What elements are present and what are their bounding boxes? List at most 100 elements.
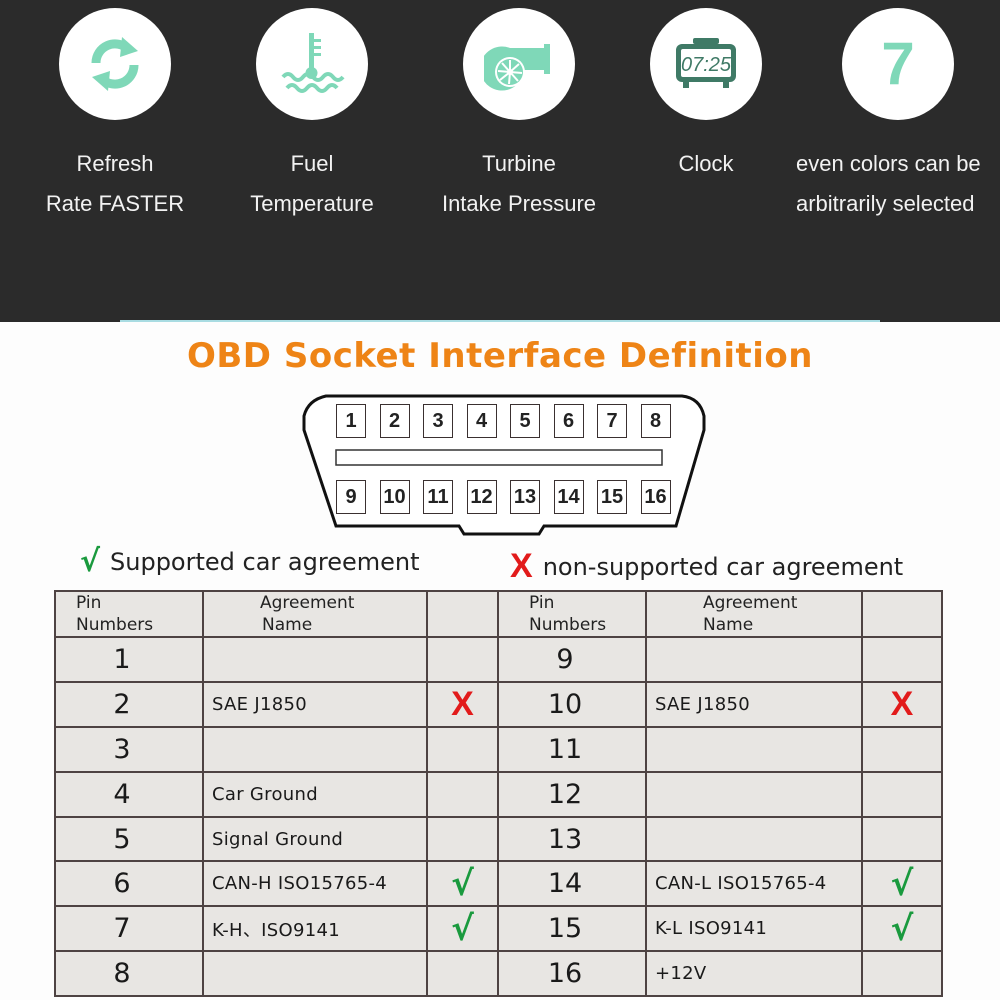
header-text: Name	[703, 615, 754, 635]
table-row: 7 K-H、ISO9141 √ 15 K-L ISO9141 √	[54, 905, 943, 953]
header-text: Name	[262, 615, 313, 635]
feature-label: Fuel Temperature	[202, 144, 422, 224]
clock-display: 07:25	[681, 54, 732, 76]
header-agreement-name: Agreement Name	[645, 590, 863, 638]
pin-number-cell: 9	[497, 636, 647, 683]
feature-icon-circle: 7	[842, 8, 954, 120]
connector-pin: 5	[510, 404, 540, 438]
header-status	[861, 590, 943, 638]
table-header-row: Pin Numbers Agreement Name Pin Numbers A…	[54, 590, 943, 638]
feature-label-line2: Intake Pressure	[441, 191, 597, 216]
feature-label-line2: arbitrarily selected	[796, 191, 975, 216]
status-cell	[426, 725, 499, 773]
pin-number-cell: 4	[54, 770, 204, 818]
fuel-temperature-icon	[281, 33, 345, 93]
table-row: 19	[54, 636, 943, 683]
feature-icon-circle	[256, 8, 368, 120]
connector-pin: 6	[553, 404, 584, 438]
pin-number-cell: 11	[497, 725, 647, 773]
header-text: Agreement	[260, 593, 355, 613]
agreement-name-cell	[202, 725, 428, 773]
header-text: Agreement	[703, 593, 798, 613]
agreement-name-cell	[202, 950, 428, 998]
connector-pin: 1	[336, 404, 366, 438]
status-cell	[426, 815, 499, 863]
pin-number-cell: 1	[54, 636, 204, 683]
supported-check-icon: √	[861, 905, 943, 953]
agreement-name-cell: Car Ground	[202, 770, 428, 818]
header-status	[426, 590, 499, 638]
agreement-name-cell	[645, 725, 863, 773]
connector-pin: 11	[423, 480, 453, 514]
legend-unsupported-label: non-supported car agreement	[542, 552, 904, 581]
unsupported-cross-icon: X	[426, 680, 499, 728]
clock-icon: 07:25	[676, 38, 736, 88]
pin-number-cell: 7	[54, 905, 204, 953]
supported-check-icon: √	[426, 860, 499, 908]
pin-number-cell: 15	[497, 905, 647, 953]
status-cell	[861, 770, 943, 818]
pin-number-cell: 16	[497, 950, 647, 998]
connector-pin: 7	[597, 404, 627, 438]
page-title: OBD Socket Interface Definition	[186, 336, 813, 376]
feature-fuel-temperature: Fuel Temperature	[202, 8, 422, 224]
unsupported-cross-icon: X	[861, 680, 943, 728]
feature-label-line1: Clock	[678, 151, 734, 176]
header-text: Pin	[529, 593, 555, 613]
feature-clock: 07:25 Clock	[596, 8, 816, 184]
connector-pin: 15	[597, 480, 627, 514]
status-cell	[426, 636, 499, 683]
feature-icon-circle: 07:25	[650, 8, 762, 120]
pin-number-cell: 14	[497, 860, 647, 908]
agreement-name-cell: SAE J1850	[645, 680, 863, 728]
feature-refresh-rate: Refresh Rate FASTER	[5, 8, 225, 224]
turbine-icon	[484, 44, 550, 91]
pin-number-cell: 12	[497, 770, 647, 818]
header-text: Numbers	[76, 615, 154, 635]
feature-icon-circle	[463, 8, 575, 120]
pin-definition-table: Pin Numbers Agreement Name Pin Numbers A…	[54, 590, 943, 998]
pin-number-cell: 10	[497, 680, 647, 728]
agreement-name-cell: K-H、ISO9141	[202, 905, 428, 953]
agreement-name-cell: Signal Ground	[202, 815, 428, 863]
agreement-name-cell: +12V	[645, 950, 863, 998]
connector-pin: 10	[379, 480, 410, 514]
features-banner: Refresh Rate FASTER Fuel Temperature Tur…	[0, 0, 1000, 322]
status-cell	[426, 950, 499, 998]
agreement-name-cell	[645, 770, 863, 818]
agreement-name-cell	[645, 636, 863, 683]
header-pin-numbers: Pin Numbers	[54, 590, 204, 638]
connector-pin: 16	[640, 480, 671, 514]
pin-number-cell: 3	[54, 725, 204, 773]
agreement-name-cell: CAN-H ISO15765-4	[202, 860, 428, 908]
feature-label-line1: Fuel	[290, 151, 334, 176]
feature-label-line2: Rate FASTER	[45, 191, 185, 216]
pin-number-cell: 6	[54, 860, 204, 908]
feature-label-line2: Temperature	[250, 191, 374, 216]
seven-icon: 7	[881, 30, 915, 97]
connector-pin: 14	[553, 480, 584, 514]
status-cell	[426, 770, 499, 818]
table-row: 8 16 +12V	[54, 950, 943, 998]
header-text: Numbers	[529, 615, 607, 635]
agreement-name-cell: SAE J1850	[202, 680, 428, 728]
pin-number-cell: 8	[54, 950, 204, 998]
agreement-name-cell: K-L ISO9141	[645, 905, 863, 953]
section-divider	[120, 320, 880, 322]
connector-pin: 3	[423, 404, 453, 438]
connector-pin: 8	[640, 404, 671, 438]
feature-label: Refresh Rate FASTER	[5, 144, 225, 224]
pin-number-cell: 5	[54, 815, 204, 863]
pin-number-cell: 13	[497, 815, 647, 863]
agreement-name-cell	[202, 636, 428, 683]
refresh-icon	[91, 37, 139, 91]
status-cell	[861, 725, 943, 773]
agreement-name-cell: CAN-L ISO15765-4	[645, 860, 863, 908]
pin-number-cell: 2	[54, 680, 204, 728]
status-cell	[861, 636, 943, 683]
feature-seven-colors: 7 even colors can be arbitrarily selecte…	[788, 8, 1000, 224]
status-cell	[861, 815, 943, 863]
feature-label-line1: even colors can be	[796, 151, 981, 176]
supported-check-icon: √	[426, 905, 499, 953]
feature-label: Clock	[596, 144, 816, 184]
